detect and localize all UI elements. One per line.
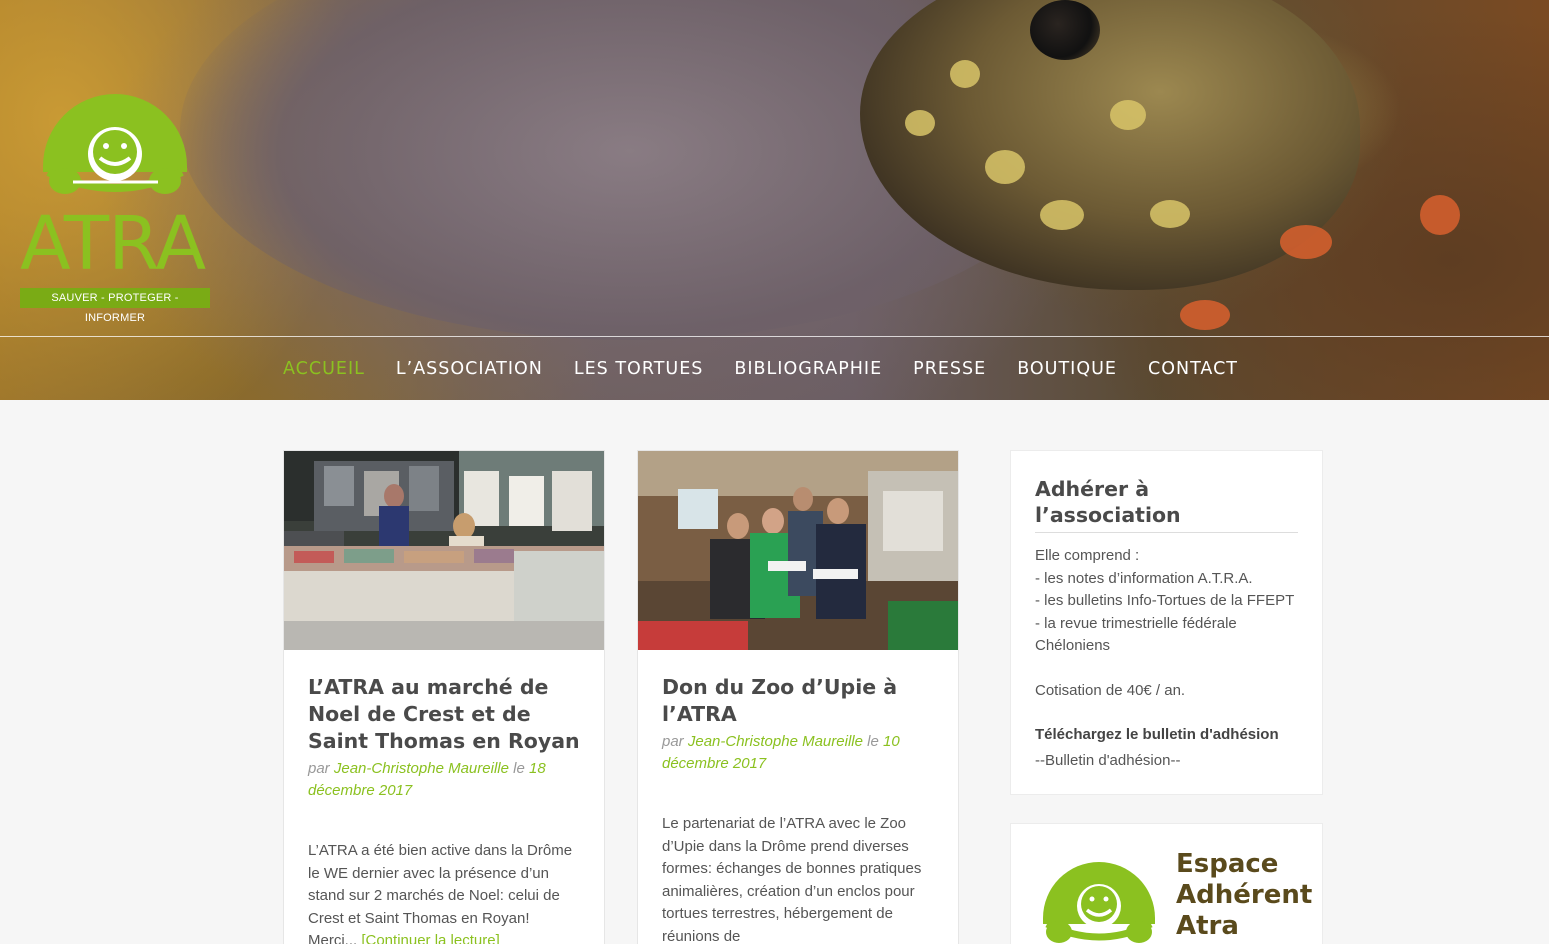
- espace-adherent-label: Espace Adhérent Atra: [1176, 849, 1313, 941]
- post-meta: par Jean-Christophe Maureille le 10 déce…: [662, 733, 900, 772]
- widget-adherer: Adhérer à l’association Elle comprend : …: [1010, 450, 1323, 795]
- widget-body: Elle comprend : - les notes d’informatio…: [1035, 545, 1298, 772]
- hero-spot: [1150, 200, 1190, 228]
- benefit-item: - les notes d’information A.T.R.A.: [1035, 569, 1253, 587]
- logo-tagline: SAUVER - PROTEGER - INFORMER: [20, 288, 210, 324]
- nav-divider: [0, 336, 1549, 337]
- download-title: Téléchargez le bulletin d'adhésion: [1035, 726, 1279, 743]
- widget-title: Adhérer à l’association: [1035, 476, 1298, 533]
- nav-association[interactable]: L’ASSOCIATION: [396, 356, 543, 382]
- widget-espace-adherent[interactable]: Espace Adhérent Atra: [1010, 823, 1323, 944]
- post-excerpt: L’ATRA a été bien active dans la Drôme l…: [308, 840, 580, 944]
- hero-spot: [1110, 100, 1146, 130]
- post-title[interactable]: L’ATRA au marché de Noel de Crest et de …: [308, 674, 580, 755]
- site-logo[interactable]: ATRA SAUVER - PROTEGER - INFORMER: [18, 86, 213, 324]
- nav-tortues[interactable]: LES TORTUES: [574, 356, 704, 382]
- nav-presse[interactable]: PRESSE: [913, 356, 986, 382]
- post-meta: par Jean-Christophe Maureille le 18 déce…: [308, 760, 546, 799]
- nav-contact[interactable]: CONTACT: [1148, 356, 1238, 382]
- benefit-item: - les bulletins Info-Tortues de la FFEPT: [1035, 592, 1295, 609]
- read-more-link[interactable]: [Continuer la lecture]: [361, 932, 499, 944]
- cotisation-text: Cotisation de 40€ / an.: [1035, 681, 1186, 699]
- hero-red-scale: [1280, 225, 1332, 259]
- hero-red-scale: [1180, 300, 1230, 330]
- post-image-zoo[interactable]: [638, 451, 958, 650]
- main-nav: ACCUEIL L’ASSOCIATION LES TORTUES BIBLIO…: [283, 356, 1269, 382]
- logo-text: ATRA: [20, 201, 206, 287]
- post-excerpt: Le partenariat de l’ATRA avec le Zoo d’U…: [662, 815, 922, 944]
- nav-bibliographie[interactable]: BIBLIOGRAPHIE: [734, 356, 882, 382]
- benefit-item: - la revue trimestrielle fédérale Chélon…: [1035, 614, 1237, 655]
- turtle-logo-icon: [1043, 862, 1155, 943]
- post-card: L’ATRA au marché de Noel de Crest et de …: [283, 450, 605, 944]
- hero-red-scale: [1420, 195, 1460, 235]
- post-author-link[interactable]: Jean-Christophe Maureille: [688, 733, 863, 750]
- nav-boutique[interactable]: BOUTIQUE: [1017, 356, 1117, 382]
- hero-turtle-eye: [1030, 0, 1100, 60]
- turtle-logo-icon: [43, 94, 187, 194]
- bulletin-link[interactable]: --Bulletin d'adhésion--: [1035, 750, 1298, 773]
- post-title[interactable]: Don du Zoo d’Upie à l’ATRA: [662, 674, 934, 728]
- hero-spot: [1040, 200, 1084, 230]
- post-author-link[interactable]: Jean-Christophe Maureille: [334, 760, 509, 777]
- post-image-market[interactable]: [284, 451, 604, 650]
- hero-spot: [985, 150, 1025, 184]
- hero-spot: [905, 110, 935, 136]
- nav-accueil[interactable]: ACCUEIL: [283, 356, 365, 382]
- header-hero: [0, 0, 1549, 400]
- post-card: Don du Zoo d’Upie à l’ATRA par Jean-Chri…: [637, 450, 959, 944]
- hero-spot: [950, 60, 980, 88]
